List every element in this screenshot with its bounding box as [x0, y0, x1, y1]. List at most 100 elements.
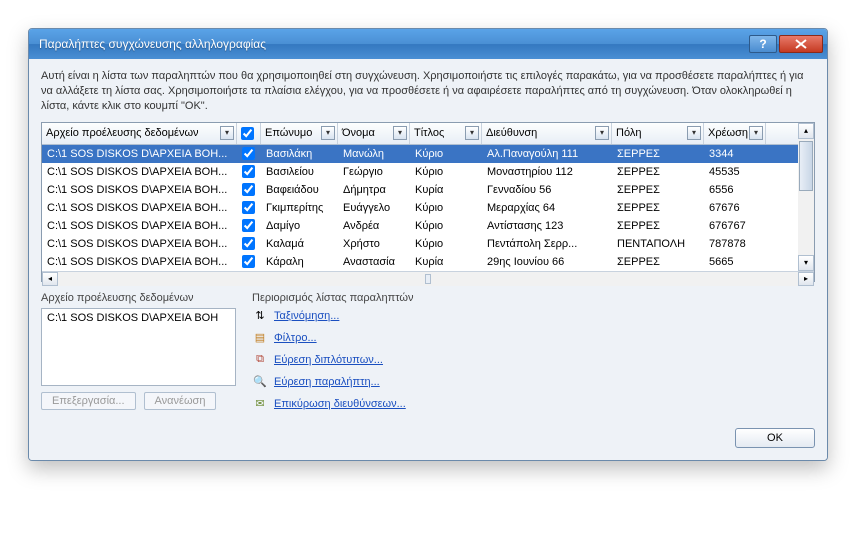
cell-title: Κύριο: [410, 238, 482, 250]
table-row[interactable]: C:\1 SOS DISKOS D\ΑΡΧΕΙΑ BOH...ΚαλαμάΧρή…: [42, 235, 798, 253]
cell-title: Κύριο: [410, 166, 482, 178]
cell-lastname: Βασιλάκη: [261, 148, 338, 160]
cell-lastname: Κάραλη: [261, 256, 338, 268]
close-button[interactable]: [779, 35, 823, 53]
scroll-right-icon[interactable]: ▸: [798, 272, 814, 286]
titlebar: Παραλήπτες συγχώνευσης αλληλογραφίας ?: [29, 29, 827, 59]
cell-title: Κυρία: [410, 256, 482, 268]
sort-icon: ⇅: [252, 308, 268, 324]
cell-title: Κύριο: [410, 148, 482, 160]
col-header-firstname[interactable]: Όνομα▾: [338, 123, 410, 144]
cell-checkbox[interactable]: [237, 147, 261, 160]
cell-checkbox[interactable]: [237, 255, 261, 268]
intro-text: Αυτή είναι η λίστα των παραληπτών που θα…: [41, 69, 815, 114]
table-row[interactable]: C:\1 SOS DISKOS D\ΑΡΧΕΙΑ BOH...ΒασιλάκηΜ…: [42, 145, 798, 163]
dropdown-icon[interactable]: ▾: [465, 126, 479, 140]
cell-firstname: Ανδρέα: [338, 220, 410, 232]
cell-city: ΠΕΝΤΑΠΟΛΗ: [612, 238, 704, 250]
window-title: Παραλήπτες συγχώνευσης αλληλογραφίας: [39, 37, 747, 51]
cell-address: Γενναδίου 56: [482, 184, 612, 196]
cell-address: 29ης Ιουνίου 66: [482, 256, 612, 268]
select-all-checkbox[interactable]: [241, 127, 254, 140]
cell-firstname: Αναστασία: [338, 256, 410, 268]
cell-checkbox[interactable]: [237, 219, 261, 232]
row-checkbox[interactable]: [242, 165, 255, 178]
scroll-thumb[interactable]: [425, 274, 431, 284]
cell-city: ΣΕΡΡΕΣ: [612, 202, 704, 214]
cell-checkbox[interactable]: [237, 237, 261, 250]
row-checkbox[interactable]: [242, 147, 255, 160]
dropdown-icon[interactable]: ▾: [687, 126, 701, 140]
data-source-panel: Αρχείο προέλευσης δεδομένων C:\1 SOS DIS…: [41, 292, 236, 418]
mail-merge-recipients-dialog: Παραλήπτες συγχώνευσης αλληλογραφίας ? Α…: [28, 28, 828, 461]
vertical-scrollbar[interactable]: ▴ ▾: [798, 123, 814, 271]
filter-icon: ▤: [252, 330, 268, 346]
table-row[interactable]: C:\1 SOS DISKOS D\ΑΡΧΕΙΑ BOH...Γκιμπερίτ…: [42, 199, 798, 217]
cell-source: C:\1 SOS DISKOS D\ΑΡΧΕΙΑ BOH...: [42, 148, 237, 160]
sort-link[interactable]: Ταξινόμηση...: [274, 310, 339, 322]
table-row[interactable]: C:\1 SOS DISKOS D\ΑΡΧΕΙΑ BOH...ΔαμίγοΑνδ…: [42, 217, 798, 235]
row-checkbox[interactable]: [242, 237, 255, 250]
cell-address: Μοναστηρίου 112: [482, 166, 612, 178]
row-checkbox[interactable]: [242, 183, 255, 196]
cell-source: C:\1 SOS DISKOS D\ΑΡΧΕΙΑ BOH...: [42, 220, 237, 232]
cell-debt: 45535: [704, 166, 766, 178]
scroll-up-icon[interactable]: ▴: [798, 123, 814, 139]
cell-city: ΣΕΡΡΕΣ: [612, 184, 704, 196]
filter-link[interactable]: Φίλτρο...: [274, 332, 317, 344]
col-header-city[interactable]: Πόλη▾: [612, 123, 704, 144]
cell-checkbox[interactable]: [237, 201, 261, 214]
cell-source: C:\1 SOS DISKOS D\ΑΡΧΕΙΑ BOH...: [42, 238, 237, 250]
dropdown-icon[interactable]: ▾: [220, 126, 234, 140]
ok-button[interactable]: OK: [735, 428, 815, 448]
cell-debt: 6556: [704, 184, 766, 196]
scroll-down-icon[interactable]: ▾: [798, 255, 814, 271]
close-icon: [795, 39, 807, 49]
find-icon: 🔍: [252, 374, 268, 390]
validate-addresses-link[interactable]: Επικύρωση διευθύνσεων...: [274, 398, 406, 410]
cell-address: Μεραρχίας 64: [482, 202, 612, 214]
col-header-source[interactable]: Αρχείο προέλευσης δεδομένων▾: [42, 123, 237, 144]
row-checkbox[interactable]: [242, 219, 255, 232]
grid-body[interactable]: C:\1 SOS DISKOS D\ΑΡΧΕΙΑ BOH... Βασιλάκη Μ…: [42, 145, 798, 271]
row-checkbox[interactable]: [242, 201, 255, 214]
cell-source: C:\1 SOS DISKOS D\ΑΡΧΕΙΑ BOH...: [42, 256, 237, 268]
cell-address: Αντίστασης 123: [482, 220, 612, 232]
scroll-left-icon[interactable]: ◂: [42, 272, 58, 286]
cell-lastname: Βαφειάδου: [261, 184, 338, 196]
cell-lastname: Βασιλείου: [261, 166, 338, 178]
find-recipient-link[interactable]: Εύρεση παραλήπτη...: [274, 376, 380, 388]
table-row[interactable]: C:\1 SOS DISKOS D\ΑΡΧΕΙΑ BOH... ΚάραληΑνα…: [42, 253, 798, 271]
help-button[interactable]: ?: [749, 35, 777, 53]
col-header-address[interactable]: Διεύθυνση▾: [482, 123, 612, 144]
dropdown-icon[interactable]: ▾: [595, 126, 609, 140]
dropdown-icon[interactable]: ▾: [749, 126, 763, 140]
cell-city: ΣΕΡΡΕΣ: [612, 256, 704, 268]
col-header-title[interactable]: Τίτλος▾: [410, 123, 482, 144]
dropdown-icon[interactable]: ▾: [321, 126, 335, 140]
col-header-lastname[interactable]: Επώνυμο▾: [261, 123, 338, 144]
cell-checkbox[interactable]: [237, 183, 261, 196]
data-source-entry[interactable]: C:\1 SOS DISKOS D\ΑΡΧΕΙΑ BOH: [47, 312, 230, 324]
find-duplicates-link[interactable]: Εύρεση διπλότυπων...: [274, 354, 383, 366]
horizontal-scrollbar[interactable]: ◂ ▸: [42, 271, 814, 286]
col-header-debt[interactable]: Χρέωση▾: [704, 123, 766, 144]
row-checkbox[interactable]: [242, 255, 255, 268]
table-row[interactable]: C:\1 SOS DISKOS D\ΑΡΧΕΙΑ BOH... Βαφειάδου…: [42, 181, 798, 199]
cell-city: ΣΕΡΡΕΣ: [612, 148, 704, 160]
cell-city: ΣΕΡΡΕΣ: [612, 166, 704, 178]
cell-source: C:\1 SOS DISKOS D\ΑΡΧΕΙΑ BOH...: [42, 184, 237, 196]
cell-title: Κυρία: [410, 184, 482, 196]
cell-debt: 3344: [704, 148, 766, 160]
dropdown-icon[interactable]: ▾: [393, 126, 407, 140]
scroll-thumb[interactable]: [799, 141, 813, 191]
validate-icon: ✉: [252, 396, 268, 412]
cell-firstname: Χρήστο: [338, 238, 410, 250]
cell-address: Αλ.Παναγούλη 111: [482, 148, 612, 160]
table-row[interactable]: C:\1 SOS DISKOS D\ΑΡΧΕΙΑ BOH...Βασιλείου…: [42, 163, 798, 181]
col-header-check[interactable]: [237, 123, 261, 144]
refine-panel: Περιορισμός λίστας παραληπτών ⇅Ταξινόμησ…: [252, 292, 815, 418]
data-source-label: Αρχείο προέλευσης δεδομένων: [41, 292, 236, 304]
cell-checkbox[interactable]: [237, 165, 261, 178]
data-source-listbox[interactable]: C:\1 SOS DISKOS D\ΑΡΧΕΙΑ BOH: [41, 308, 236, 386]
